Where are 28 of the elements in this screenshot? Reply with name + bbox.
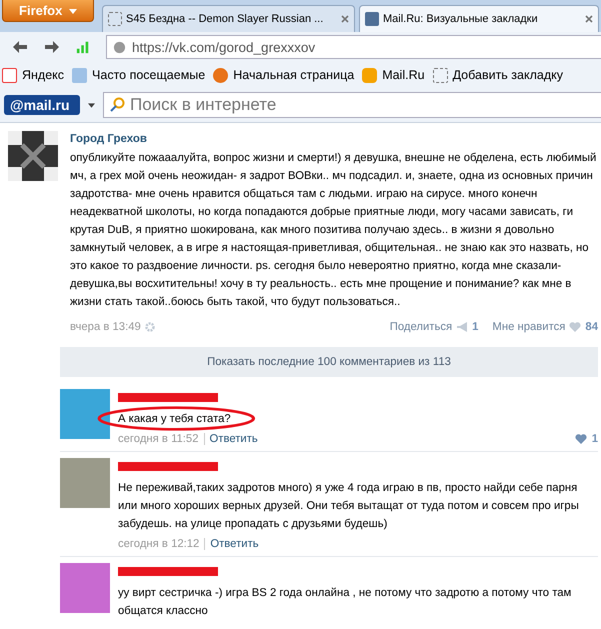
author-name[interactable]: Город Грехов xyxy=(70,133,598,145)
like-link[interactable]: Мне нравится xyxy=(492,321,566,333)
like-count: 1 xyxy=(592,433,598,445)
show-comments-button[interactable]: Показать последние 100 комментариев из 113 xyxy=(60,347,598,377)
reply-link[interactable]: Ответить xyxy=(204,433,258,445)
comment-text: уу вирт сестричка -) игра BS 2 года онлайна , не потому что задротю а потому что там общатся классно xyxy=(118,586,572,619)
post-text: опубликуйте пожааалуйта, вопрос жизни и смерти!) я девушка, внешне не обделена, есть любимый мч, а грех мой очень неожидан- я задрот ВОВки.. мч подсадил. и, знаете, одна из основных причин задротства- мне очень нравится общаться там с людьми. играю на сирусе. много конечн неадекватной школоты, но когда попадаются добрые приятные люди, могу часами зависать, ги крутая DuB, я приятно шокирована, как много позитива получаю здесь.. в жизни я довольно замкнутый человек, а в игре я настоящая-приветливая, общительная.. не знаю как это назвать, но это какое то раздвоение личности. ps. сегодня было невероятно приятно, когда мне сказали- девушка,вы восхитительны! хочу в ту реальность.. есть мне прощение и понимание? как мне в жизни стать такой..боюсь быть такой, что будут пользоваться.. xyxy=(70,151,598,310)
tab-title: Mail.Ru: Визуальные закладки xyxy=(383,13,539,25)
comment-text: А какая у тебя стата? xyxy=(118,412,231,427)
post-time: вчера в 13:49 xyxy=(70,321,141,333)
share-count: 1 xyxy=(472,321,478,333)
bookmark-link[interactable]: Mail.Ru xyxy=(362,68,425,82)
mail-logo[interactable]: @mail.ru xyxy=(4,95,80,115)
comment-time: сегодня в 12:12 xyxy=(118,538,200,550)
browser-tab[interactable]: Mail.Ru: Визуальные закладки xyxy=(359,5,599,32)
bookmark-link[interactable]: Начальная страница xyxy=(213,68,354,82)
address-bar[interactable]: https://vk.com/gorod_grexxxov xyxy=(106,35,601,59)
bookmark-link[interactable]: Часто посещаемые xyxy=(72,68,206,82)
search-field[interactable]: Поиск в интернете xyxy=(103,92,601,118)
comment-time: сегодня в 11:52 xyxy=(118,433,198,445)
comment-text: Не переживай,таких задротов много) я уже 4 года играю в пв, просто найди себе парня или много хороших верных друзей. Они тебя вытащат от туда потом и совсем про игры забудешь. на улице пропадать с друзьями будешь) xyxy=(118,481,580,532)
like-count: 84 xyxy=(585,321,598,333)
reply-link[interactable]: Ответить xyxy=(204,538,259,550)
tab-title: S45 Бездна -- Demon Slayer Russian ... xyxy=(126,13,324,25)
browser-tab[interactable]: S45 Бездна -- Demon Slayer Russian ... xyxy=(102,5,355,32)
share-link[interactable]: Поделиться xyxy=(390,321,452,333)
bookmark-link[interactable]: Добавить закладку xyxy=(432,68,563,82)
bookmark-link[interactable]: Яндекс xyxy=(2,68,64,82)
